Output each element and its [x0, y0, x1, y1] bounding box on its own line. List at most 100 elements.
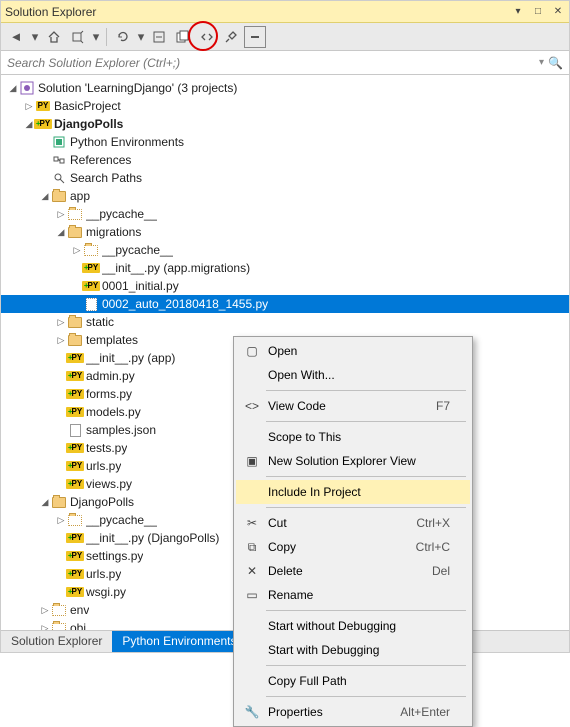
- preview-button[interactable]: [244, 26, 266, 48]
- context-menu-item[interactable]: ✕DeleteDel: [236, 559, 470, 583]
- expander-icon[interactable]: ◢: [55, 227, 67, 238]
- refresh-dropdown[interactable]: ▾: [136, 26, 146, 48]
- tree-item-label: tests.py: [86, 441, 127, 455]
- expander-icon[interactable]: ▷: [23, 101, 35, 112]
- context-menu-item[interactable]: Copy Full Path: [236, 669, 470, 693]
- search-dropdown-icon[interactable]: ▾: [535, 57, 548, 68]
- tree-item[interactable]: ◢migrations: [1, 223, 569, 241]
- search-bar: ▾ 🔍: [1, 51, 569, 75]
- context-menu-item[interactable]: ▭Rename: [236, 583, 470, 607]
- context-item-label: Open With...: [264, 368, 450, 382]
- window-dropdown-button[interactable]: ▾: [511, 5, 525, 19]
- forward-button[interactable]: ▾: [29, 26, 41, 48]
- window-close-button[interactable]: ✕: [551, 5, 565, 19]
- context-item-label: Rename: [264, 588, 450, 602]
- tree-item[interactable]: Python Environments: [1, 133, 569, 151]
- context-menu-item[interactable]: Scope to This: [236, 425, 470, 449]
- tree-item-label: 0001_initial.py: [102, 279, 179, 293]
- context-item-label: Copy Full Path: [264, 674, 450, 688]
- tree-item[interactable]: ◢PYDjangoPolls: [1, 115, 569, 133]
- sync-button[interactable]: [67, 26, 89, 48]
- tree-item-label: Solution 'LearningDjango' (3 projects): [38, 81, 237, 95]
- collapse-all-button[interactable]: [148, 26, 170, 48]
- home-button[interactable]: [43, 26, 65, 48]
- expander-icon[interactable]: ▷: [55, 317, 67, 328]
- context-item-shortcut: Ctrl+X: [416, 516, 450, 530]
- tab-solution-explorer[interactable]: Solution Explorer: [1, 631, 112, 652]
- context-menu: ▢Open Open With... <>View CodeF7 Scope to T…: [233, 336, 473, 727]
- context-item-shortcut: F7: [436, 399, 450, 413]
- context-item-shortcut: Ctrl+C: [416, 540, 450, 554]
- view-code-button[interactable]: [196, 26, 218, 48]
- tree-item-label: __init__.py (DjangoPolls): [86, 531, 219, 545]
- tree-item-label: views.py: [86, 477, 132, 491]
- tree-item[interactable]: ▷ __pycache__: [1, 241, 569, 259]
- tree-item-label: forms.py: [86, 387, 132, 401]
- context-item-label: Include In Project: [264, 485, 450, 499]
- context-item-label: Properties: [264, 705, 400, 719]
- tree-item[interactable]: PY__init__.py (app.migrations): [1, 259, 569, 277]
- tree-item[interactable]: ▷static: [1, 313, 569, 331]
- context-menu-item[interactable]: ⧉CopyCtrl+C: [236, 535, 470, 559]
- expander-icon[interactable]: ◢: [7, 83, 19, 94]
- context-menu-item[interactable]: ▢Open: [236, 339, 470, 363]
- tree-item[interactable]: 0002_auto_20180418_1455.py: [1, 295, 569, 313]
- context-item-label: Start without Debugging: [264, 619, 450, 633]
- expander-icon[interactable]: ▷: [55, 209, 67, 220]
- search-icon[interactable]: 🔍: [548, 56, 563, 70]
- context-separator: [266, 476, 466, 477]
- context-item-icon: 🔧: [240, 705, 264, 719]
- window-pin-button[interactable]: □: [531, 5, 545, 19]
- context-menu-item[interactable]: 🔧PropertiesAlt+Enter: [236, 700, 470, 724]
- expander-icon[interactable]: ◢: [39, 497, 51, 508]
- context-separator: [266, 390, 466, 391]
- sync-dropdown[interactable]: ▾: [91, 26, 101, 48]
- tree-item[interactable]: ◢ Solution 'LearningDjango' (3 projects): [1, 79, 569, 97]
- context-item-label: View Code: [264, 399, 436, 413]
- tree-item-label: BasicProject: [54, 99, 121, 113]
- tree-item[interactable]: ◢ app: [1, 187, 569, 205]
- expander-icon[interactable]: ▷: [71, 245, 83, 256]
- tree-item[interactable]: References: [1, 151, 569, 169]
- title-bar: Solution Explorer ▾ □ ✕: [1, 1, 569, 23]
- context-menu-item[interactable]: Open With...: [236, 363, 470, 387]
- tree-item-label: app: [70, 189, 90, 203]
- tree-item-label: Search Paths: [70, 171, 142, 185]
- context-menu-item[interactable]: Start without Debugging: [236, 614, 470, 638]
- tree-item[interactable]: ▷PYBasicProject: [1, 97, 569, 115]
- tab-python-environments[interactable]: Python Environments: [112, 631, 246, 652]
- tree-item-label: 0002_auto_20180418_1455.py: [102, 297, 268, 311]
- context-item-icon: <>: [240, 399, 264, 413]
- context-menu-item[interactable]: ▣New Solution Explorer View: [236, 449, 470, 473]
- expander-icon[interactable]: ▷: [55, 335, 67, 346]
- context-menu-item[interactable]: Include In Project: [236, 480, 470, 504]
- expander-icon[interactable]: ◢: [39, 191, 51, 202]
- context-item-label: New Solution Explorer View: [264, 454, 450, 468]
- context-item-icon: ✂: [240, 516, 264, 530]
- context-item-label: Open: [264, 344, 450, 358]
- tree-item-label: __init__.py (app): [86, 351, 175, 365]
- tree-item[interactable]: ▷ __pycache__: [1, 205, 569, 223]
- context-item-icon: ✕: [240, 564, 264, 578]
- tree-item-label: __pycache__: [86, 207, 157, 221]
- tree-item[interactable]: PY0001_initial.py: [1, 277, 569, 295]
- context-menu-item[interactable]: ✂CutCtrl+X: [236, 511, 470, 535]
- properties-button[interactable]: [220, 26, 242, 48]
- tree-item[interactable]: Search Paths: [1, 169, 569, 187]
- toolbar: ◄ ▾ ▾ ▾: [1, 23, 569, 51]
- tree-item-label: wsgi.py: [86, 585, 126, 599]
- tree-item-label: __pycache__: [102, 243, 173, 257]
- show-all-files-button[interactable]: [172, 26, 194, 48]
- context-item-label: Delete: [264, 564, 432, 578]
- tree-item-label: __pycache__: [86, 513, 157, 527]
- back-button[interactable]: ◄: [5, 26, 27, 48]
- refresh-button[interactable]: [112, 26, 134, 48]
- context-menu-item[interactable]: Start with Debugging: [236, 638, 470, 662]
- search-input[interactable]: [7, 56, 535, 70]
- context-menu-item[interactable]: <>View CodeF7: [236, 394, 470, 418]
- expander-icon[interactable]: ▷: [39, 605, 51, 616]
- tree-item-label: References: [70, 153, 131, 167]
- context-item-icon: ⧉: [240, 540, 264, 555]
- expander-icon[interactable]: ▷: [55, 515, 67, 526]
- tree-item-label: Python Environments: [70, 135, 184, 149]
